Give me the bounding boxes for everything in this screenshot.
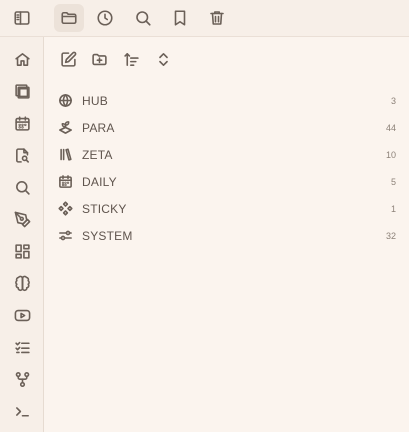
note-count: 10 <box>385 149 396 160</box>
bookmark-icon[interactable] <box>165 4 195 32</box>
home-icon[interactable] <box>8 45 36 73</box>
folder-name: DAILY <box>82 174 117 189</box>
play-video-icon[interactable] <box>8 301 36 329</box>
note-count: 1 <box>390 203 396 214</box>
folder-name: STICKY <box>82 201 127 216</box>
folder-item-sticky[interactable]: STICKY 1 <box>54 195 396 222</box>
folder-item-system[interactable]: SYSTEM 32 <box>54 222 396 249</box>
layers-icon[interactable] <box>8 77 36 105</box>
tab-header-bar <box>0 0 409 37</box>
pen-tool-icon[interactable] <box>8 205 36 233</box>
sprout-icon <box>54 120 82 135</box>
note-count: 5 <box>390 176 396 187</box>
expand-collapse-icon[interactable] <box>150 47 176 71</box>
note-count: 3 <box>390 95 396 106</box>
folder-open-icon[interactable] <box>54 4 84 32</box>
file-search-icon[interactable] <box>8 141 36 169</box>
layout-grid-icon[interactable] <box>8 237 36 265</box>
folder-tree: HUB 3 PARA 44 ZETA 10 DAILY 5 STICKY 1 S… <box>54 87 396 249</box>
left-ribbon <box>0 37 44 432</box>
note-count: 32 <box>385 230 396 241</box>
folder-item-hub[interactable]: HUB 3 <box>54 87 396 114</box>
sidebar-toggle-icon[interactable] <box>7 4 37 32</box>
terminal-icon[interactable] <box>8 397 36 425</box>
folder-item-daily[interactable]: DAILY 5 <box>54 168 396 195</box>
folder-name: PARA <box>82 120 115 135</box>
sort-icon[interactable] <box>118 47 144 71</box>
brain-icon[interactable] <box>8 269 36 297</box>
checklist-icon[interactable] <box>8 333 36 361</box>
globe-icon <box>54 93 82 108</box>
folder-item-para[interactable]: PARA 44 <box>54 114 396 141</box>
library-icon <box>54 147 82 162</box>
note-count: 44 <box>385 122 396 133</box>
calendar-icon[interactable] <box>8 109 36 137</box>
search-icon[interactable] <box>8 173 36 201</box>
diamonds-icon <box>54 201 82 216</box>
folder-name: ZETA <box>82 147 113 162</box>
file-explorer-panel: HUB 3 PARA 44 ZETA 10 DAILY 5 STICKY 1 S… <box>44 37 409 432</box>
new-note-icon[interactable] <box>55 47 81 71</box>
new-folder-icon[interactable] <box>86 47 112 71</box>
folder-name: HUB <box>82 93 108 108</box>
search-icon[interactable] <box>128 4 158 32</box>
git-fork-icon[interactable] <box>8 365 36 393</box>
sliders-icon <box>54 228 82 243</box>
folder-item-zeta[interactable]: ZETA 10 <box>54 141 396 168</box>
clock-icon[interactable] <box>90 4 120 32</box>
folder-name: SYSTEM <box>82 228 133 243</box>
calendar-icon <box>54 174 82 189</box>
trash-icon[interactable] <box>202 4 232 32</box>
